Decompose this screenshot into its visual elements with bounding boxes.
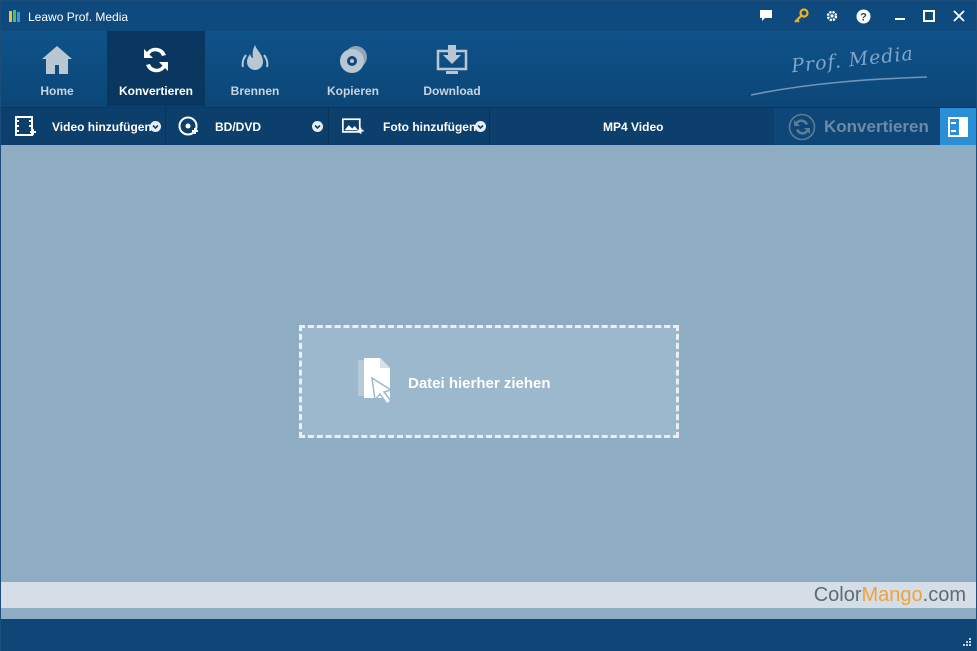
disc-add-icon xyxy=(178,116,198,136)
convert-label: Konvertieren xyxy=(824,117,929,136)
watermark-part3: .com xyxy=(922,584,966,606)
main-nav: Home Konvertieren Brennen Kopieren Downl… xyxy=(1,31,976,107)
nav-brennen[interactable]: Brennen xyxy=(206,31,304,106)
nav-brennen-label: Brennen xyxy=(230,84,280,98)
film-add-icon xyxy=(15,116,36,136)
title-bar: Leawo Prof. Media ? xyxy=(1,1,976,31)
add-photo-button[interactable]: Foto hinzufügen xyxy=(329,108,489,145)
add-video-label: Video hinzufügen xyxy=(52,120,152,134)
nav-home-label: Home xyxy=(40,84,74,98)
nav-konvertieren-label: Konvertieren xyxy=(118,84,194,98)
nav-kopieren-label: Kopieren xyxy=(326,84,379,98)
nav-download-label: Download xyxy=(423,84,481,98)
key-icon[interactable] xyxy=(792,7,810,25)
disc-icon xyxy=(340,46,367,73)
nav-konvertieren[interactable]: Konvertieren xyxy=(107,31,205,106)
app-window: Leawo Prof. Media ? Home Konvertieren Br… xyxy=(0,0,977,651)
add-video-dropdown-icon[interactable] xyxy=(150,121,161,132)
download-icon xyxy=(436,45,468,74)
convert-icon xyxy=(144,47,168,73)
watermark-part2: Mango xyxy=(861,584,923,606)
app-logo-icon xyxy=(9,10,20,22)
file-drop-icon xyxy=(358,358,393,406)
nav-download[interactable]: Download xyxy=(403,31,501,106)
file-drop-zone[interactable]: Datei hierher ziehen xyxy=(299,325,679,438)
status-bar xyxy=(1,619,976,651)
panel-toggle-button[interactable] xyxy=(940,108,976,145)
watermark-part1: Color xyxy=(813,584,862,606)
footer-band: ColorMango.com xyxy=(1,582,976,608)
fire-icon xyxy=(241,45,269,70)
window-title: Leawo Prof. Media xyxy=(28,10,129,24)
output-profile-selector[interactable]: MP4 Video xyxy=(490,108,774,145)
toolbar: Video hinzufügen BD/DVD Foto hinzufügen … xyxy=(1,107,976,145)
add-photo-label: Foto hinzufügen xyxy=(383,120,477,134)
watermark: ColorMango.com xyxy=(814,584,966,607)
output-profile-label: MP4 Video xyxy=(603,120,664,134)
chat-icon[interactable] xyxy=(757,7,775,25)
help-icon[interactable]: ? xyxy=(854,7,872,25)
gear-icon[interactable] xyxy=(823,7,841,25)
brand-logo: Prof. Media xyxy=(790,42,915,78)
nav-kopieren[interactable]: Kopieren xyxy=(304,31,402,106)
nav-home[interactable]: Home xyxy=(8,31,106,106)
add-video-button[interactable]: Video hinzufügen xyxy=(1,108,165,145)
convert-button[interactable]: Konvertieren xyxy=(774,108,940,145)
home-icon xyxy=(42,46,72,74)
add-photo-dropdown-icon[interactable] xyxy=(475,121,486,132)
convert-icon xyxy=(788,113,816,141)
close-icon[interactable] xyxy=(950,7,968,25)
minimize-icon[interactable] xyxy=(891,7,909,25)
brand-swoosh xyxy=(750,76,928,96)
bd-dvd-label: BD/DVD xyxy=(215,120,262,134)
bd-dvd-dropdown-icon[interactable] xyxy=(312,121,323,132)
bd-dvd-button[interactable]: BD/DVD xyxy=(166,108,328,145)
maximize-icon[interactable] xyxy=(920,7,938,25)
svg-text:?: ? xyxy=(860,11,867,23)
panel-toggle-icon xyxy=(948,117,968,137)
content-area: Datei hierher ziehen xyxy=(1,145,976,582)
photo-add-icon xyxy=(342,118,364,134)
resize-grip-icon[interactable] xyxy=(962,637,972,647)
drop-zone-label: Datei hierher ziehen xyxy=(408,375,551,392)
